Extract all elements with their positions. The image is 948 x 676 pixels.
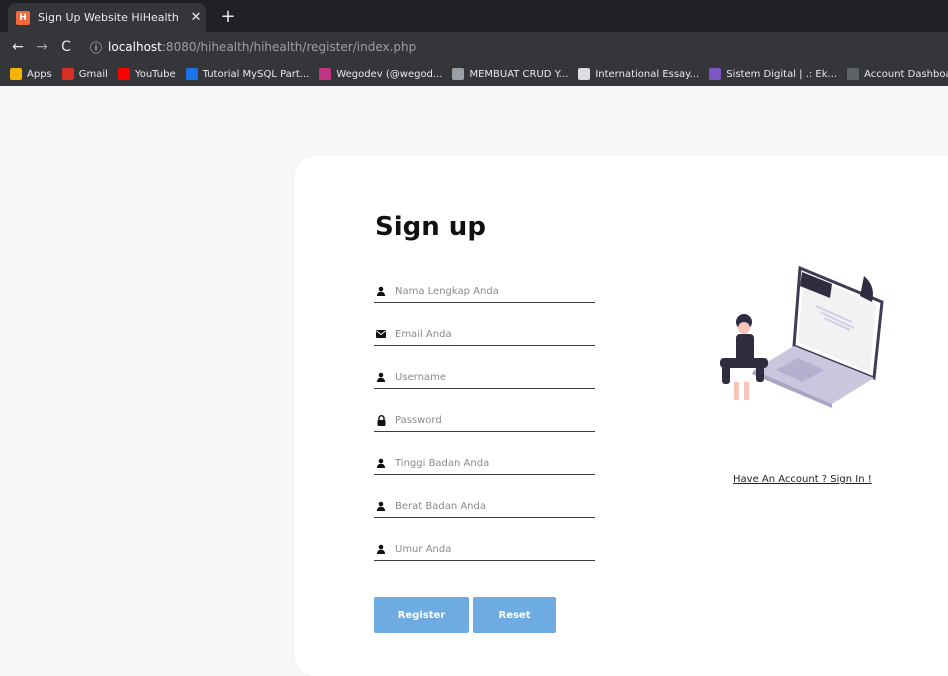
bookmark-label: Wegodev (@wegod... — [336, 68, 443, 80]
user-icon — [374, 458, 388, 468]
site-favicon-icon: H — [16, 10, 30, 25]
form-field — [374, 495, 595, 518]
bookmark-item[interactable]: Gmail — [61, 68, 108, 80]
browser-toolbar: ← → C ⓘ localhost:8080/hihealth/hihealth… — [0, 32, 948, 62]
form-input[interactable] — [395, 457, 595, 469]
bookmark-icon — [117, 68, 130, 80]
form-field — [374, 409, 595, 432]
bookmark-icon — [709, 68, 722, 80]
url-path: :8080/hihealth/hihealth/register/index.p… — [161, 40, 417, 54]
browser-tab-bar: H Sign Up Website HiHealth ✕ + — [0, 0, 948, 32]
bookmark-label: Gmail — [78, 68, 108, 80]
bookmark-item[interactable]: Tutorial MySQL Part... — [185, 68, 310, 80]
lock-icon — [374, 414, 388, 426]
user-icon — [374, 544, 388, 554]
envelope-icon — [374, 330, 388, 338]
form-field — [374, 538, 595, 561]
bookmark-icon — [61, 68, 74, 80]
back-arrow-icon[interactable]: ← — [6, 39, 30, 55]
bookmark-item[interactable]: Sistem Digital | .: Ek... — [709, 68, 837, 80]
bookmark-icon — [452, 68, 465, 80]
address-bar[interactable]: ⓘ localhost:8080/hihealth/hihealth/regis… — [84, 35, 940, 59]
bookmark-icon — [10, 68, 22, 80]
reload-icon[interactable]: C — [54, 39, 78, 55]
url-host: localhost — [108, 40, 162, 54]
user-icon — [374, 501, 388, 511]
bookmark-label: Apps — [27, 68, 52, 80]
browser-tab[interactable]: H Sign Up Website HiHealth ✕ — [8, 3, 206, 32]
form-field — [374, 366, 595, 389]
bookmark-label: Sistem Digital | .: Ek... — [726, 68, 838, 80]
bookmark-item[interactable]: Apps — [10, 68, 52, 80]
bookmark-label: MEMBUAT CRUD Y... — [469, 68, 569, 80]
bookmark-item[interactable]: International Essay... — [578, 68, 699, 80]
reset-button[interactable]: Reset — [473, 597, 556, 633]
page-title: Sign up — [375, 212, 486, 242]
bookmarks-bar: Apps Gmail YouTube Tutorial MySQL Part... We… — [0, 62, 948, 86]
bookmark-icon — [578, 68, 591, 80]
form-field — [374, 452, 595, 475]
bookmark-label: International Essay... — [595, 68, 700, 80]
forward-arrow-icon[interactable]: → — [30, 39, 54, 55]
bookmark-icon — [847, 68, 860, 80]
bookmark-icon — [319, 68, 332, 80]
form-input[interactable] — [395, 414, 595, 426]
sign-in-link[interactable]: Have An Account ? Sign In ! — [733, 474, 872, 485]
form-input[interactable] — [395, 371, 595, 383]
tab-title: Sign Up Website HiHealth — [38, 11, 179, 24]
bookmark-icon — [185, 68, 198, 80]
new-tab-icon[interactable]: + — [218, 6, 238, 27]
user-icon — [374, 372, 388, 382]
form-input[interactable] — [395, 328, 595, 340]
register-button[interactable]: Register — [374, 597, 469, 633]
bookmark-label: YouTube — [134, 68, 176, 80]
bookmark-item[interactable]: Wegodev (@wegod... — [319, 68, 442, 80]
form-input[interactable] — [395, 285, 595, 297]
form-field — [374, 280, 595, 303]
user-icon — [374, 286, 388, 296]
bookmark-item[interactable]: YouTube — [117, 68, 176, 80]
bookmark-item[interactable]: MEMBUAT CRUD Y... — [452, 68, 568, 80]
laptop-person-illustration — [720, 265, 884, 408]
bookmark-label: Account Dashboard... — [864, 68, 948, 80]
bookmark-label: Tutorial MySQL Part... — [202, 68, 310, 80]
form-input[interactable] — [395, 543, 595, 555]
close-tab-icon[interactable]: ✕ — [186, 10, 206, 25]
bookmark-item[interactable]: Account Dashboard... — [847, 68, 948, 80]
info-icon[interactable]: ⓘ — [90, 39, 102, 56]
form-field — [374, 323, 595, 346]
form-input[interactable] — [395, 500, 595, 512]
